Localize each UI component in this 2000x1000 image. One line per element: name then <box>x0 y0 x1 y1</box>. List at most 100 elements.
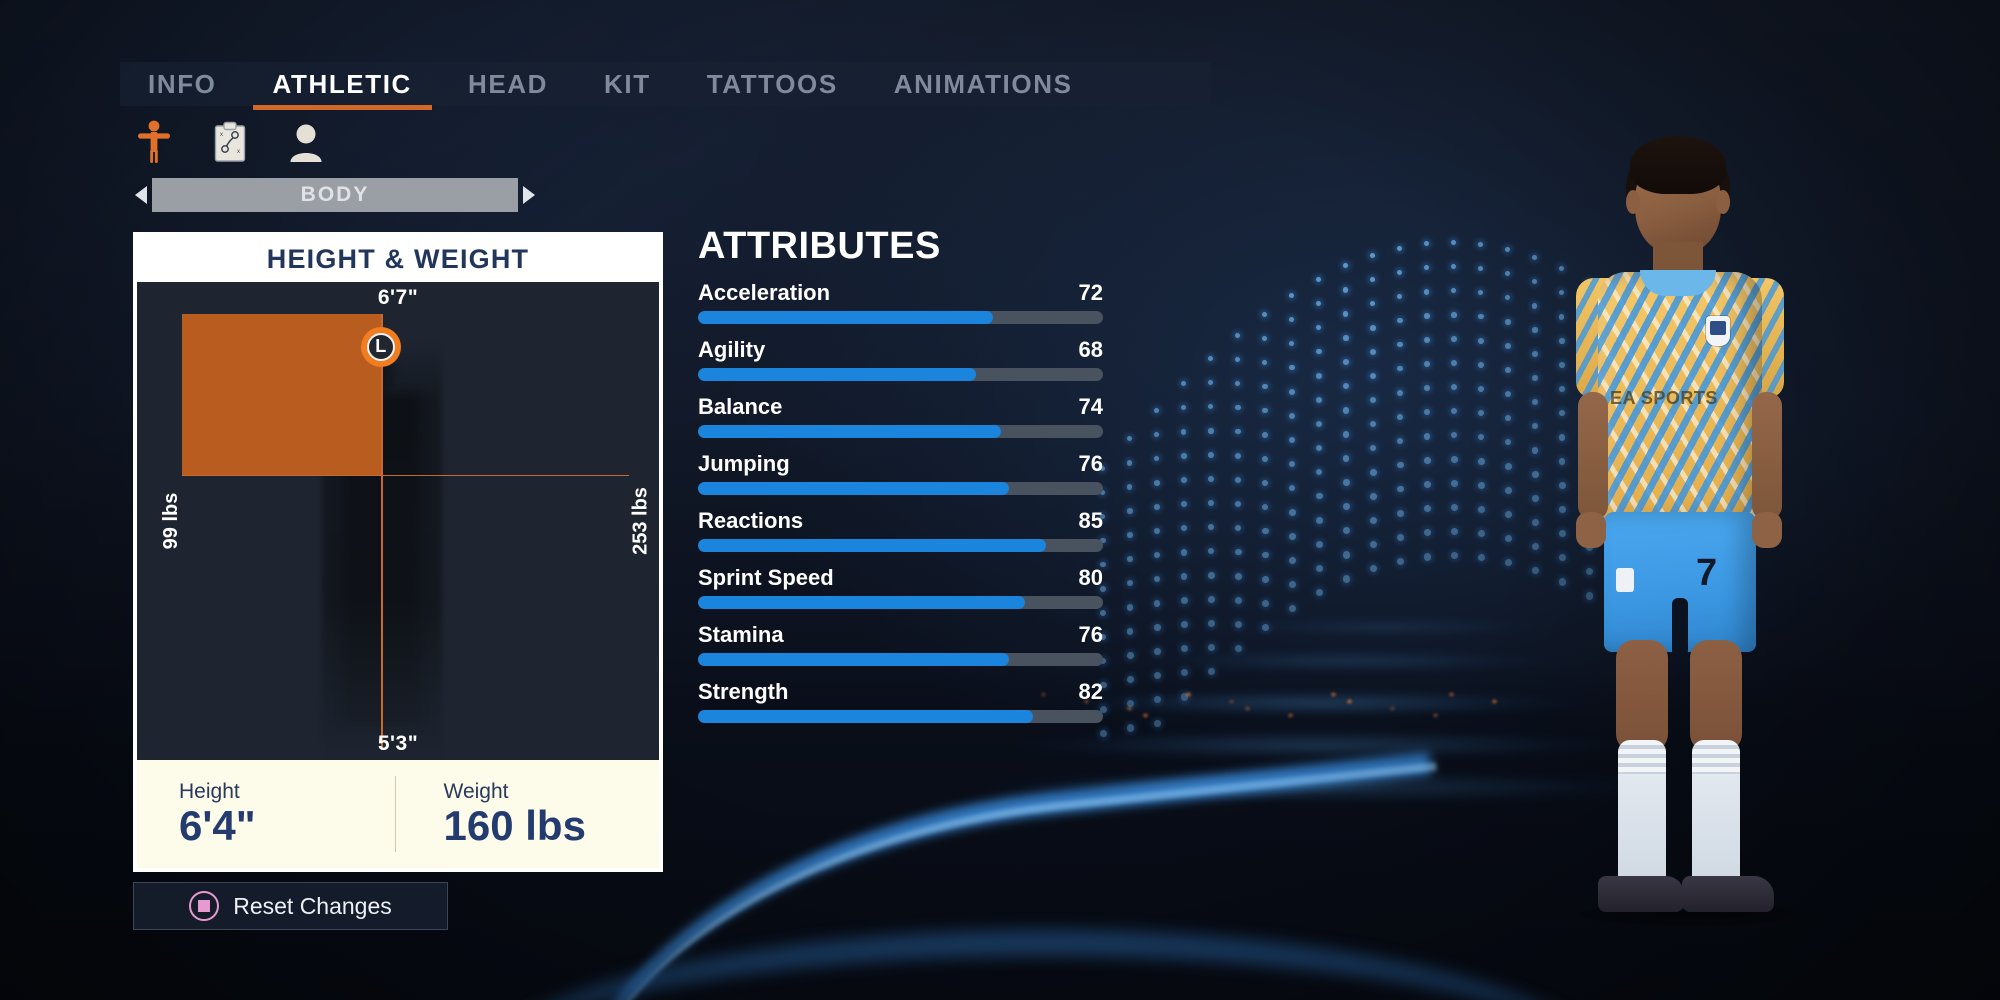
attribute-header: Reactions 85 <box>698 508 1103 534</box>
tab-info[interactable]: INFO <box>120 62 245 106</box>
height-weight-fill-region <box>182 314 381 475</box>
attribute-bar-track <box>698 368 1103 381</box>
attribute-row: Agility 68 <box>698 337 1103 381</box>
height-weight-graph[interactable]: L 6'7" 5'3" 99 lbs 253 lbs <box>137 282 659 760</box>
attribute-bar-fill <box>698 482 1009 495</box>
player-model: EA SPORTS 7 <box>1520 120 1840 1000</box>
floor-light-streak <box>1220 618 1550 636</box>
graph-max-height-label: 6'7" <box>377 286 419 309</box>
attribute-value: 85 <box>1078 508 1103 533</box>
athletic-subsection-icons[interactable]: x x <box>130 118 330 166</box>
height-crosshair-line <box>380 314 383 750</box>
player-shorts-gap <box>1672 598 1688 656</box>
attribute-header: Acceleration 72 <box>698 280 1103 306</box>
reset-changes-button[interactable]: Reset Changes <box>133 882 448 930</box>
height-caption: Height <box>179 779 240 803</box>
ember-particle <box>1287 713 1294 718</box>
attribute-bar-track <box>698 653 1103 666</box>
attribute-name: Reactions <box>698 508 804 533</box>
graph-min-weight-label: 99 lbs <box>159 492 182 550</box>
player-jersey-text: EA SPORTS <box>1610 388 1718 408</box>
player-sock-band-right <box>1692 740 1740 774</box>
attribute-bar-fill <box>698 368 977 381</box>
attribute-value: 82 <box>1078 679 1103 704</box>
attribute-header: Sprint Speed 80 <box>698 565 1103 591</box>
height-value: 6'4" <box>179 801 256 849</box>
tab-athletic[interactable]: ATHLETIC <box>245 62 440 110</box>
player-hand-right <box>1752 512 1782 548</box>
attributes-panel: ATTRIBUTES Acceleration 72 Agility 68 Balanc… <box>698 225 1103 736</box>
attribute-bar-fill <box>698 653 1009 666</box>
attribute-row: Sprint Speed 80 <box>698 565 1103 609</box>
height-weight-marker-handle[interactable]: L <box>360 326 401 367</box>
floor-light-streak <box>1060 690 1580 716</box>
player-ear-right <box>1716 190 1730 214</box>
attribute-header: Balance 74 <box>698 394 1103 420</box>
category-next-arrow-icon[interactable] <box>518 178 540 212</box>
graph-min-height-label: 5'3" <box>377 732 419 755</box>
attribute-row: Jumping 76 <box>698 451 1103 495</box>
body-figure-icon[interactable] <box>130 118 178 166</box>
attributes-list: Acceleration 72 Agility 68 Balance 74 Jumping 7… <box>698 280 1103 723</box>
ember-particle <box>1142 713 1149 718</box>
graph-max-weight-label: 253 lbs <box>629 487 652 555</box>
reset-changes-label: Reset Changes <box>233 892 392 919</box>
attribute-name: Acceleration <box>698 280 831 305</box>
attribute-bar-fill <box>698 596 1026 609</box>
attribute-value: 72 <box>1078 280 1103 305</box>
player-thigh-left <box>1616 640 1668 752</box>
height-weight-readout: Height 6'4" Weight 160 lbs <box>137 760 659 868</box>
ember-particle <box>1330 692 1337 697</box>
attribute-bar-track <box>698 311 1103 324</box>
attribute-bar-track <box>698 482 1103 495</box>
attribute-row: Stamina 76 <box>698 622 1103 666</box>
attribute-header: Stamina 76 <box>698 622 1103 648</box>
ember-particle <box>1228 699 1235 704</box>
attribute-value: 76 <box>1078 622 1103 647</box>
tab-head[interactable]: HEAD <box>440 62 576 106</box>
marker-letter: L <box>366 332 395 361</box>
tab-animations[interactable]: ANIMATIONS <box>866 62 1101 106</box>
floor-light-streak <box>1140 650 1560 672</box>
category-prev-arrow-icon[interactable] <box>130 178 152 212</box>
attributes-title: ATTRIBUTES <box>698 225 941 267</box>
attribute-name: Strength <box>698 679 789 704</box>
ember-particle <box>1244 706 1251 711</box>
player-shorts-badge <box>1616 568 1634 592</box>
attribute-row: Balance 74 <box>698 394 1103 438</box>
attribute-bar-fill <box>698 425 1001 438</box>
main-tab-bar[interactable]: INFO ATHLETIC HEAD KIT TATTOOS ANIMATION… <box>120 62 1210 110</box>
tab-tattoos[interactable]: TATTOOS <box>679 62 866 106</box>
svg-text:x: x <box>220 132 223 138</box>
attribute-name: Jumping <box>698 451 790 476</box>
body-category-selector[interactable]: BODY <box>130 178 540 212</box>
player-hair <box>1630 136 1726 194</box>
attribute-value: 68 <box>1078 337 1103 362</box>
player-hand-left <box>1576 512 1606 548</box>
person-bust-icon[interactable] <box>282 118 330 166</box>
attribute-value: 74 <box>1078 394 1103 419</box>
player-arm-left <box>1578 392 1608 520</box>
weight-caption: Weight <box>443 779 509 803</box>
attribute-name: Agility <box>698 337 766 362</box>
ember-particle <box>1346 699 1353 704</box>
height-weight-panel: HEIGHT & WEIGHT L 6'7" 5'3" 99 lbs 253 l… <box>133 232 663 872</box>
attribute-name: Stamina <box>698 622 784 647</box>
attribute-value: 76 <box>1078 451 1103 476</box>
attribute-bar-fill <box>698 311 993 324</box>
ember-particle <box>1185 692 1192 697</box>
ember-particle <box>1448 692 1455 697</box>
player-ear-left <box>1626 190 1640 214</box>
attribute-header: Agility 68 <box>698 337 1103 363</box>
weight-value: 160 lbs <box>443 801 586 849</box>
attribute-value: 80 <box>1078 565 1103 590</box>
player-thigh-right <box>1690 640 1742 752</box>
attribute-bar-track <box>698 710 1103 723</box>
tab-kit[interactable]: KIT <box>576 62 679 106</box>
player-boot-right <box>1682 876 1774 912</box>
weight-crosshair-line <box>182 474 629 476</box>
tactics-clipboard-icon[interactable]: x x <box>206 118 254 166</box>
category-current-value[interactable]: BODY <box>152 178 518 212</box>
attribute-row: Acceleration 72 <box>698 280 1103 324</box>
svg-text:x: x <box>237 149 240 155</box>
